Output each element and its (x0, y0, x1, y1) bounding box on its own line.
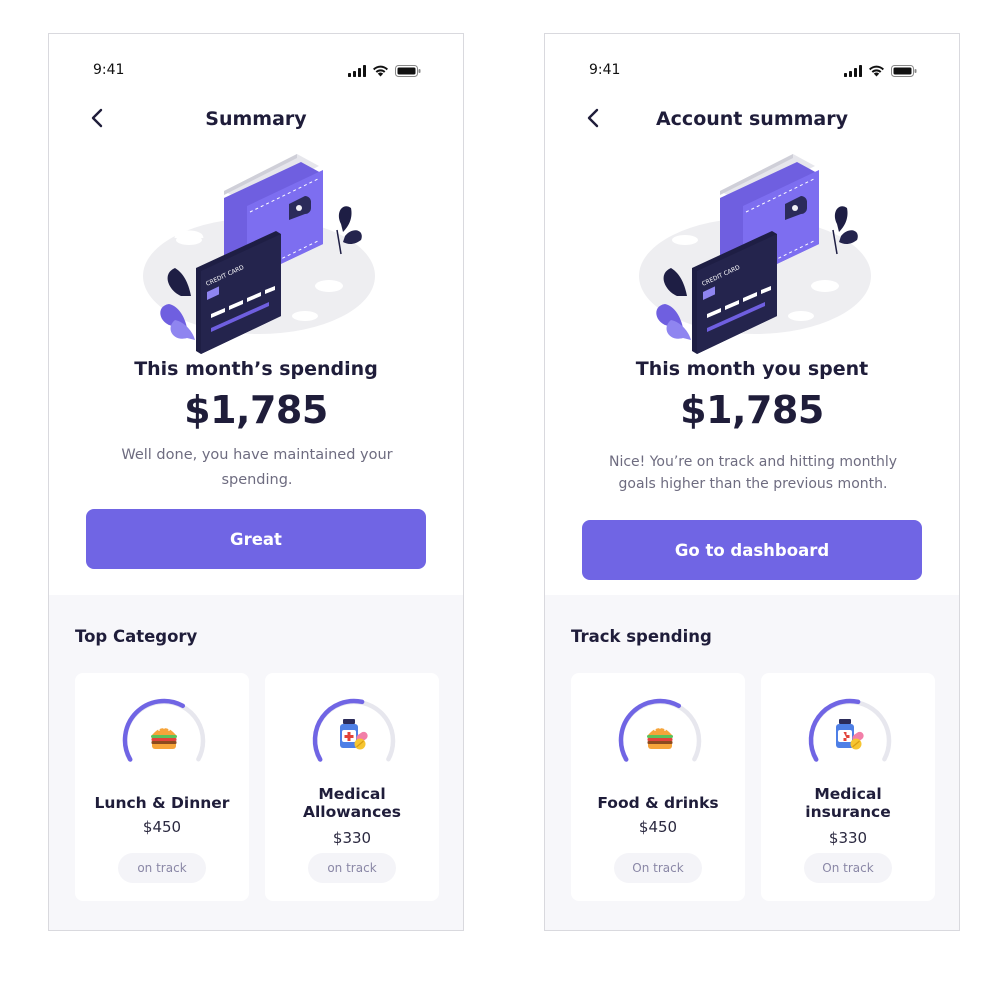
status-badge: On track (804, 853, 892, 883)
status-icons (844, 62, 917, 81)
section-title: Track spending (571, 627, 712, 646)
category-card-food-drinks[interactable]: Food & drinks $450 On track (571, 673, 745, 901)
category-card-medical-insurance[interactable]: Medical insurance $330 On track (761, 673, 935, 901)
category-name: Lunch & Dinner (94, 794, 230, 812)
status-time: 9:41 (93, 62, 125, 78)
status-time: 9:41 (589, 62, 621, 78)
progress-gauge (119, 695, 209, 785)
great-button[interactable]: Great (86, 509, 426, 569)
medicine-icon (836, 719, 864, 750)
signal-icon (844, 62, 862, 81)
wallet-illustration: CREDIT CARD (625, 146, 885, 356)
gauge-fill (122, 698, 186, 762)
nav-bar: Summary (49, 104, 463, 138)
progress-gauge (615, 695, 705, 785)
status-icons (348, 62, 421, 81)
nav-bar: Account summary (545, 104, 959, 138)
category-card-lunch-dinner[interactable]: Lunch & Dinner $450 on track (75, 673, 249, 901)
category-name: Medical Allowances (302, 785, 401, 821)
category-name: Food & drinks (597, 794, 719, 812)
burger-icon (647, 727, 673, 749)
status-badge: On track (614, 853, 702, 883)
status-badge: on track (118, 853, 206, 883)
spending-message: Nice! You’re on track and hitting monthl… (608, 454, 898, 492)
track-spending-section: Track spending Food & drinks $450 On tra… (545, 595, 959, 930)
category-name: Medical insurance (805, 785, 891, 821)
top-category-section: Top Category Lunch & Dinner $450 on trac… (49, 595, 463, 930)
battery-icon (395, 62, 421, 81)
category-amount: $450 (142, 818, 182, 836)
progress-gauge (805, 695, 895, 785)
wifi-icon (868, 62, 885, 81)
spending-message: Well done, you have maintained your spen… (121, 447, 393, 488)
status-badge: on track (308, 853, 396, 883)
status-bar: 9:41 (49, 34, 463, 104)
category-amount: $450 (638, 818, 678, 836)
section-title: Top Category (75, 627, 198, 646)
phone-screen-summary: 9:41 Summary CREDIT CARD This month’s sp… (48, 33, 464, 931)
category-amount: $330 (828, 829, 868, 847)
burger-icon (151, 727, 177, 749)
spending-heading: This month’s spending (134, 358, 378, 380)
category-card-medical[interactable]: Medical Allowances $330 on track (265, 673, 439, 901)
page-title: Summary (205, 108, 307, 130)
progress-gauge (309, 695, 399, 785)
category-amount: $330 (332, 829, 372, 847)
wallet-illustration: CREDIT CARD (129, 146, 389, 356)
signal-icon (348, 62, 366, 81)
page-title: Account summary (655, 108, 849, 130)
status-bar: 9:41 (545, 34, 959, 104)
battery-icon (891, 62, 917, 81)
spending-amount: $1,785 (680, 388, 824, 432)
spending-heading: This month you spent (635, 358, 869, 380)
spending-amount: $1,785 (184, 388, 328, 432)
medicine-icon (340, 719, 368, 750)
wifi-icon (372, 62, 389, 81)
phone-screen-account-summary: 9:41 Account summary CREDIT CARD This mo… (544, 33, 960, 931)
gauge-fill (618, 698, 682, 762)
go-to-dashboard-button[interactable]: Go to dashboard (582, 520, 922, 580)
